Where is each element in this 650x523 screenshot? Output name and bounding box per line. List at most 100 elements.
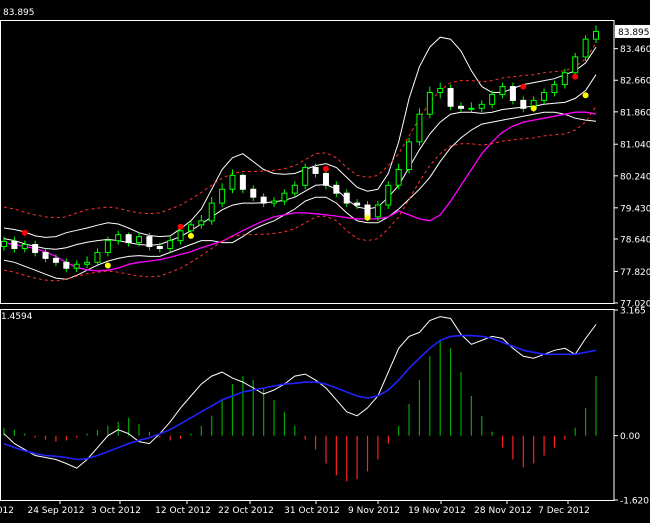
candle-body-bull <box>73 263 80 269</box>
candle <box>416 108 423 146</box>
signal-dot-yellow <box>364 214 371 221</box>
price-tick-label: 83.460 <box>620 45 650 55</box>
candle-body-bull <box>187 224 194 232</box>
candle-body-bear <box>146 236 153 248</box>
signal-dot-yellow <box>582 92 589 99</box>
candle-body-bull <box>198 220 205 226</box>
time-tick-label: 24 Sep 2012 <box>27 506 84 516</box>
price-tick-label: 78.640 <box>620 236 650 246</box>
candle-body-bear <box>447 88 454 107</box>
time-tick-label: 19 Nov 2012 <box>408 506 466 516</box>
candle-body-bull <box>551 84 558 93</box>
candle-body-bull <box>437 88 444 93</box>
candle-body-bull <box>374 204 381 218</box>
price-tick-label: 81.040 <box>620 141 650 151</box>
candle-body-bull <box>136 236 143 244</box>
signal-dot-yellow <box>104 262 111 269</box>
chart-header-price: 83.895 <box>3 8 35 18</box>
signal-dot-red <box>520 83 527 90</box>
candle-body-bull <box>593 30 599 40</box>
time-tick-label: 3 Oct 2012 <box>91 506 141 516</box>
candle-body-bull <box>281 192 288 202</box>
candle-body-bull <box>395 169 402 186</box>
oscillator-value-label: 1.4594 <box>1 312 33 322</box>
candle-body-bear <box>343 192 350 204</box>
candle-body-bear <box>32 244 39 253</box>
candle-body-bear <box>52 257 59 263</box>
candle-body-bull <box>271 200 278 204</box>
price-axis: 83.460 82.660 81.860 81.040 80.240 79.430 78.6… <box>614 45 650 310</box>
price-tick-label: 80.240 <box>620 172 650 182</box>
time-tick-label: 28 Nov 2012 <box>474 506 532 516</box>
candle-body-bear <box>63 261 70 269</box>
candle-body-bear <box>509 86 516 101</box>
candle-body-bull <box>541 91 548 101</box>
candle-body-bear <box>156 246 163 249</box>
candle-body-bull <box>94 251 101 263</box>
candle-body-bull <box>582 38 589 58</box>
candle-body-bull <box>229 174 236 190</box>
candle-body-bear <box>239 174 246 190</box>
candle-body-bear <box>260 196 267 204</box>
candle-body-bull <box>167 240 174 249</box>
oscillator-tick-label: -1.6201 <box>620 497 650 507</box>
candle-body-bear <box>11 240 18 249</box>
last-price-label: 83.895 <box>618 28 650 38</box>
candle-body-bull <box>219 188 226 204</box>
time-tick-label: 2012 <box>0 506 14 516</box>
candle-body-bear <box>250 188 257 198</box>
candle-body-bear <box>354 202 361 206</box>
candle-body-bull <box>115 234 122 242</box>
candle-body-bull <box>561 72 568 86</box>
price-tick-label: 81.860 <box>620 108 650 118</box>
candle-body-bull <box>489 93 496 105</box>
candle <box>572 52 579 77</box>
signal-dot-yellow <box>530 105 537 112</box>
candle-body-bear <box>520 99 527 109</box>
time-tick-label: 9 Nov 2012 <box>348 506 400 516</box>
candle-body-bull <box>385 184 392 206</box>
candle <box>406 137 413 174</box>
candle-body-bull <box>104 240 111 253</box>
price-chart-canvas[interactable]: 83.460 82.660 81.860 81.040 80.240 79.430 78.6… <box>0 0 650 519</box>
candle-body-bull <box>478 103 485 109</box>
time-tick-label: 31 Oct 2012 <box>284 506 340 516</box>
candle-body-bear <box>333 184 340 194</box>
signal-dot-red <box>322 165 329 172</box>
price-tick-label: 79.430 <box>620 204 650 214</box>
candle-body-bull <box>416 113 423 143</box>
time-tick-label: 7 Dec 2012 <box>538 506 590 516</box>
signal-dot-red <box>21 229 28 236</box>
candle-body-bear <box>322 172 329 186</box>
candle-body-bull <box>468 107 475 110</box>
candle-body-bull <box>177 230 184 242</box>
candle <box>385 181 392 209</box>
signal-dot-yellow <box>187 232 194 239</box>
candle <box>302 163 309 190</box>
signal-dot-red <box>572 73 579 80</box>
candle-body-bull <box>302 167 309 186</box>
oscillator-tick-label: 3.165 <box>620 307 646 317</box>
candle-body-bull <box>208 202 215 222</box>
candle-body-bull <box>499 86 506 95</box>
candle-body-bear <box>125 234 132 244</box>
candle-body-bull <box>291 184 298 194</box>
candle <box>447 84 454 111</box>
candle-body-bear <box>457 105 464 109</box>
candle-body-bull <box>21 244 28 249</box>
trading-chart-window[interactable]: 83.460 82.660 81.860 81.040 80.240 79.430 78.6… <box>0 0 650 519</box>
candle-body-bull <box>426 91 433 115</box>
price-tick-label: 77.820 <box>620 268 650 278</box>
candle-body-bear <box>312 167 319 174</box>
candle-body-bull <box>1 240 7 248</box>
candle-body-bull <box>84 261 91 265</box>
candle-body-bull <box>406 141 413 171</box>
candle-body-bull <box>572 56 579 74</box>
time-tick-label: 22 Oct 2012 <box>218 506 274 516</box>
price-tick-label: 82.660 <box>620 77 650 87</box>
oscillator-tick-label: 0.00 <box>620 432 640 442</box>
candle <box>582 35 589 61</box>
signal-dot-red <box>177 223 184 230</box>
time-tick-label: 12 Oct 2012 <box>155 506 211 516</box>
candle-body-bear <box>42 251 49 259</box>
